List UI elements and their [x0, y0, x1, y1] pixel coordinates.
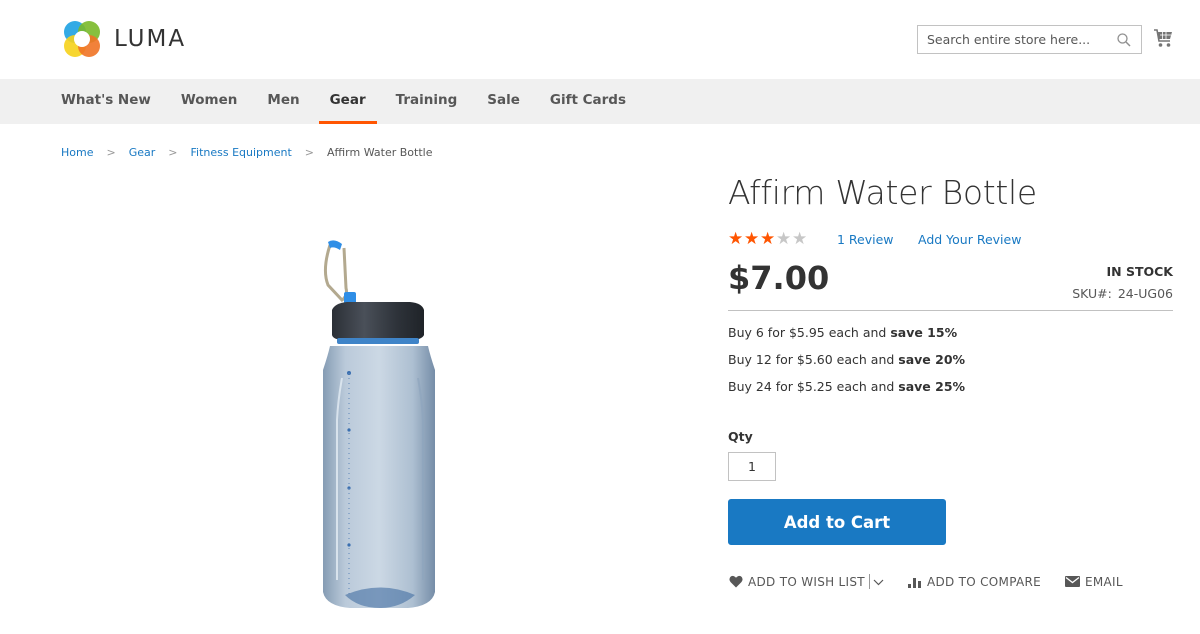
tier-price-text: Buy 12 for $5.60 each and [728, 352, 899, 367]
qty-label: Qty [728, 429, 753, 444]
add-to-wishlist-button[interactable]: ADD TO WISH LIST [729, 575, 865, 589]
star-icon-filled: ★ [728, 229, 744, 249]
star-icon-empty: ★ [776, 229, 792, 249]
sku-label: SKU#: [1072, 286, 1112, 301]
luma-logo-icon [64, 21, 100, 57]
compare-icon [907, 577, 921, 588]
separator [868, 574, 870, 589]
breadcrumb-current: Affirm Water Bottle [327, 146, 433, 159]
cart-icon[interactable] [1153, 27, 1173, 49]
breadcrumb-separator: > [106, 146, 116, 159]
compare-label: ADD TO COMPARE [926, 574, 1042, 589]
breadcrumb-gear[interactable]: Gear [129, 146, 156, 159]
tier-price-save: save 20% [898, 352, 966, 367]
product-price: $7.00 [728, 259, 830, 297]
nav-item-gear[interactable]: Gear [318, 79, 377, 124]
search-icon[interactable] [1117, 33, 1131, 47]
email-button[interactable]: EMAIL [1065, 575, 1123, 589]
logo-text: LUMA [114, 26, 187, 52]
reviews-link[interactable]: 1 Review [837, 232, 894, 247]
breadcrumb-separator: > [168, 146, 178, 159]
main-navigation: What's New Women Men Gear Training Sale … [0, 79, 1200, 124]
tier-price-save: save 15% [890, 325, 958, 340]
tier-price-item: Buy 6 for $5.95 each and save 15% [728, 325, 965, 352]
tier-price-save: save 25% [898, 379, 966, 394]
tier-price-item: Buy 24 for $5.25 each and save 25% [728, 379, 965, 406]
star-icon-filled: ★ [744, 229, 760, 249]
wishlist-dropdown-toggle[interactable] [868, 574, 884, 589]
rating-stars: ★ ★ ★ ★ ★ [728, 231, 808, 248]
nav-item-gift-cards[interactable]: Gift Cards [550, 79, 626, 124]
nav-item-sale[interactable]: Sale [487, 79, 520, 124]
add-to-cart-button[interactable]: Add to Cart [728, 499, 946, 545]
star-icon-empty: ★ [792, 229, 808, 249]
tier-price-text: Buy 6 for $5.95 each and [728, 325, 891, 340]
add-review-link[interactable]: Add Your Review [918, 232, 1021, 247]
search-input[interactable] [927, 32, 1107, 47]
envelope-icon [1065, 576, 1081, 587]
tier-prices: Buy 6 for $5.95 each and save 15% Buy 12… [728, 325, 965, 406]
product-image[interactable] [290, 230, 470, 620]
breadcrumb-separator: > [304, 146, 315, 159]
sku-value: 24-UG06 [1117, 286, 1173, 301]
star-icon-filled: ★ [760, 229, 776, 249]
stock-status: IN STOCK [1106, 264, 1173, 279]
logo[interactable]: LUMA [61, 19, 186, 59]
wishlist-label: ADD TO WISH LIST [748, 574, 865, 589]
page-header: LUMA [0, 0, 1200, 79]
breadcrumb: Home > Gear > Fitness Equipment > Affirm… [61, 146, 432, 159]
nav-item-whats-new[interactable]: What's New [61, 79, 151, 124]
product-title: Affirm Water Bottle [728, 173, 1037, 212]
breadcrumb-fitness-equipment[interactable]: Fitness Equipment [190, 146, 291, 159]
divider [728, 310, 1173, 311]
email-label: EMAIL [1085, 574, 1123, 589]
search-box [917, 25, 1142, 54]
tier-price-item: Buy 12 for $5.60 each and save 20% [728, 352, 965, 379]
product-actions: ADD TO WISH LIST ADD TO COMPARE EMAIL [729, 574, 1123, 589]
nav-item-training[interactable]: Training [396, 79, 458, 124]
sku: SKU#: 24-UG06 [1072, 286, 1173, 301]
chevron-down-icon [873, 579, 884, 585]
add-to-compare-button[interactable]: ADD TO COMPARE [907, 574, 1042, 589]
breadcrumb-home[interactable]: Home [61, 146, 93, 159]
tier-price-text: Buy 24 for $5.25 each and [728, 379, 899, 394]
qty-input[interactable] [728, 452, 776, 481]
nav-item-women[interactable]: Women [181, 79, 238, 124]
nav-item-men[interactable]: Men [267, 79, 299, 124]
heart-icon [729, 575, 743, 588]
